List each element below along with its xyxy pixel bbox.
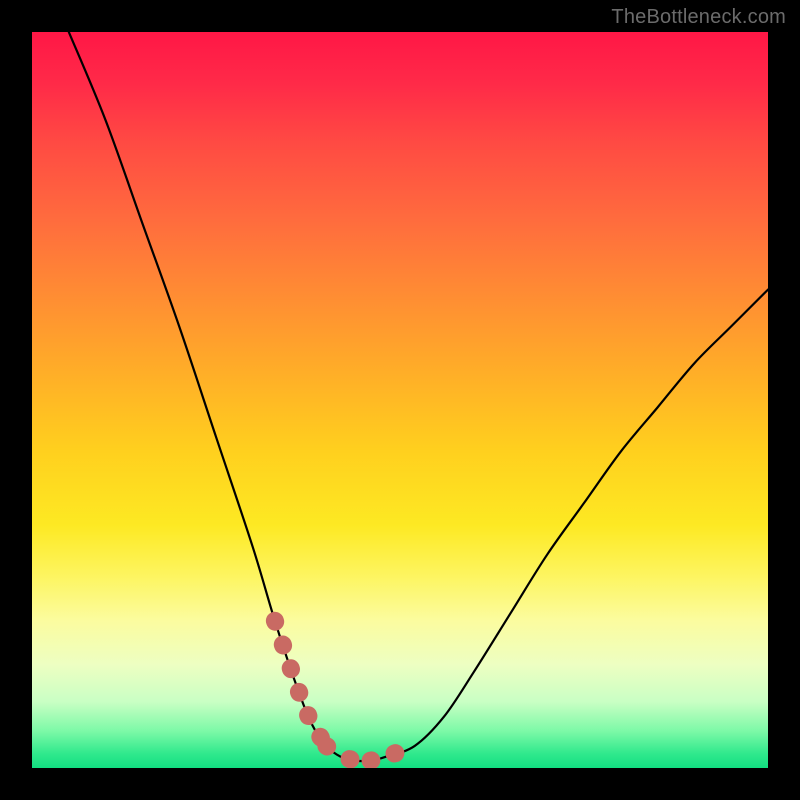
chart-frame: TheBottleneck.com: [0, 0, 800, 800]
curve-svg: [32, 32, 768, 768]
watermark-text: TheBottleneck.com: [611, 6, 786, 29]
bottleneck-curve-path: [69, 32, 768, 761]
marker-right-shoulder: [371, 749, 408, 761]
plot-area: [32, 32, 768, 768]
marker-left-shoulder: [275, 621, 327, 746]
